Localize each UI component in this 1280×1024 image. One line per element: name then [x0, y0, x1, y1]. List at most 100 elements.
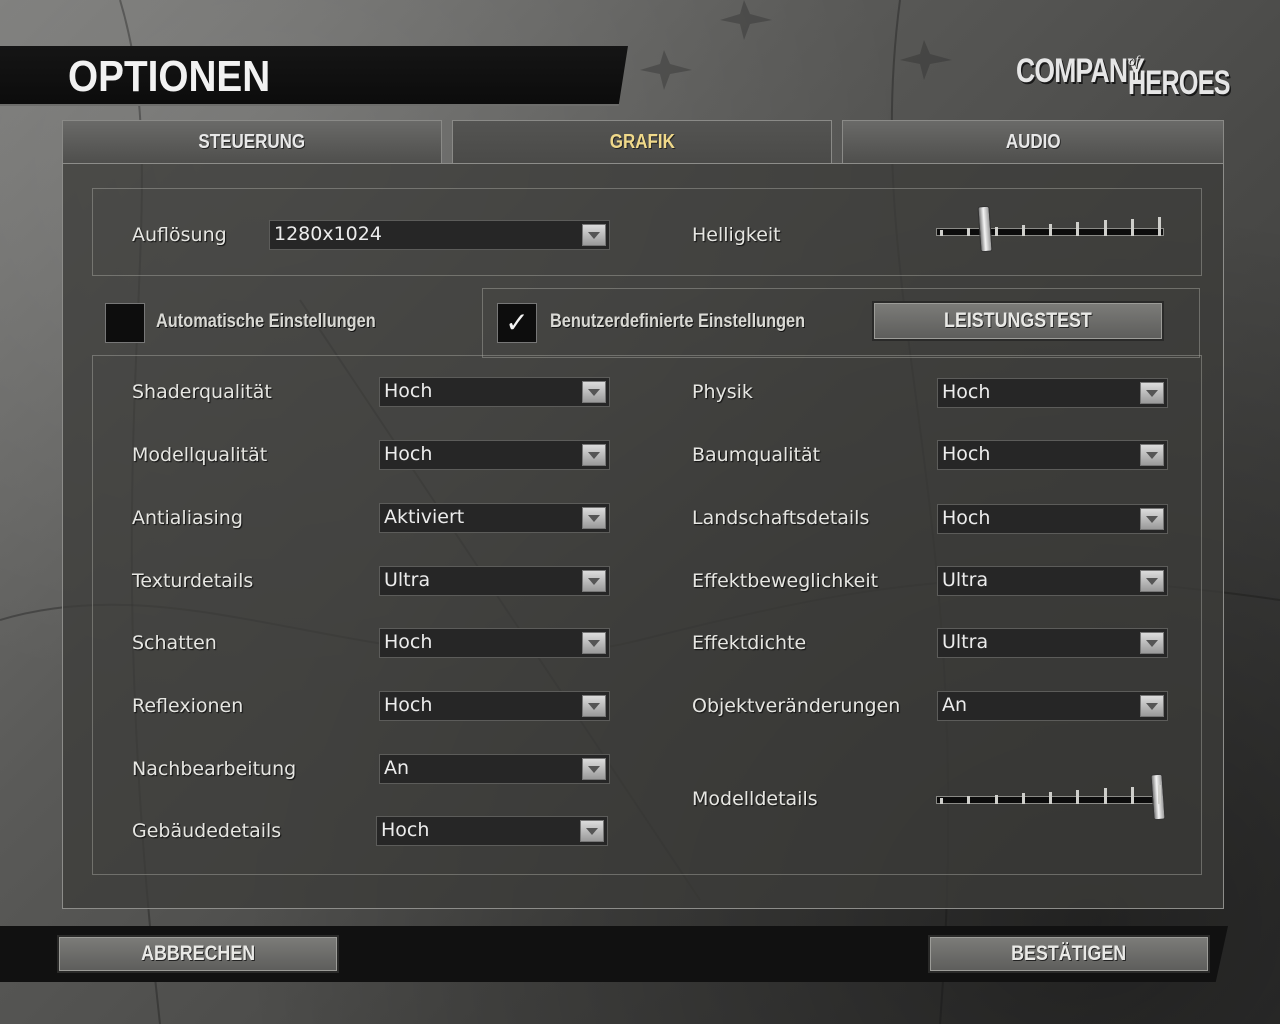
confirm-button-label: BESTÄTIGEN	[1011, 942, 1127, 965]
chevron-down-icon[interactable]	[582, 381, 606, 403]
antialiasing-dropdown[interactable]: Aktiviert	[379, 503, 610, 533]
slider-tick	[994, 794, 998, 804]
chevron-down-icon[interactable]	[582, 224, 606, 246]
check-icon: ✓	[505, 306, 529, 339]
chevron-down-icon[interactable]	[1140, 570, 1164, 592]
shader-quality-dropdown[interactable]: Hoch	[379, 377, 610, 407]
chevron-down-icon[interactable]	[582, 758, 606, 780]
shadows-label: Schatten	[132, 632, 217, 654]
tab-grafik[interactable]: GRAFIK	[452, 120, 832, 164]
post-processing-dropdown[interactable]: An	[379, 754, 610, 784]
chevron-down-icon[interactable]	[1140, 695, 1164, 717]
slider-tick	[1021, 225, 1025, 236]
object-changes-dropdown[interactable]: An	[937, 691, 1168, 721]
tab-audio[interactable]: AUDIO	[842, 120, 1224, 164]
company-of-heroes-logo: COMPANY of HEROES	[1016, 48, 1231, 102]
terrain-details-value: Hoch	[942, 507, 991, 529]
auto-settings-checkbox[interactable]	[105, 303, 145, 343]
chevron-down-icon[interactable]	[580, 820, 604, 842]
chevron-down-icon[interactable]	[582, 507, 606, 529]
shader-quality-label: Shaderqualität	[132, 381, 272, 403]
slider-tick	[967, 228, 971, 236]
building-details-label: Gebäudedetails	[132, 820, 282, 842]
physics-dropdown[interactable]: Hoch	[937, 378, 1168, 408]
texture-details-label: Texturdetails	[132, 570, 254, 592]
resolution-value: 1280x1024	[274, 223, 382, 245]
slider-tick	[1076, 222, 1080, 236]
shader-quality-value: Hoch	[384, 380, 433, 402]
tab-steuerung-label: STEUERUNG	[198, 131, 306, 153]
brightness-slider[interactable]	[936, 205, 1164, 258]
shadows-value: Hoch	[384, 631, 433, 653]
chevron-down-icon[interactable]	[582, 570, 606, 592]
effect-density-dropdown[interactable]: Ultra	[937, 628, 1168, 658]
physics-label: Physik	[692, 381, 753, 403]
chevron-down-icon[interactable]	[1140, 444, 1164, 466]
brightness-slider-knob[interactable]	[977, 205, 993, 253]
slider-tick	[1158, 785, 1161, 804]
chevron-down-icon[interactable]	[1140, 508, 1164, 530]
effect-mobility-value: Ultra	[942, 569, 989, 591]
model-quality-dropdown[interactable]: Hoch	[379, 440, 610, 470]
effect-density-value: Ultra	[942, 631, 989, 653]
logo-heroes-text: HEROES	[1128, 64, 1231, 102]
model-details-slider[interactable]	[936, 773, 1166, 826]
tab-grafik-label: GRAFIK	[609, 131, 675, 153]
slider-tick	[1130, 786, 1134, 804]
resolution-label: Auflösung	[132, 224, 227, 246]
chevron-down-icon[interactable]	[582, 695, 606, 717]
chevron-down-icon[interactable]	[1140, 382, 1164, 404]
slider-tick	[940, 230, 943, 236]
physics-value: Hoch	[942, 381, 991, 403]
chevron-down-icon[interactable]	[1140, 632, 1164, 654]
slider-tick	[1049, 791, 1052, 804]
tab-audio-label: AUDIO	[1005, 131, 1061, 153]
texture-details-value: Ultra	[384, 569, 431, 591]
reflections-dropdown[interactable]: Hoch	[379, 691, 610, 721]
post-processing-label: Nachbearbeitung	[132, 758, 297, 780]
object-changes-value: An	[942, 694, 968, 716]
slider-tick	[1049, 223, 1052, 236]
effect-density-label: Effektdichte	[692, 632, 807, 654]
slider-tick	[994, 226, 998, 236]
benchmark-button-label: LEISTUNGSTEST	[944, 309, 1092, 332]
effect-mobility-dropdown[interactable]: Ultra	[937, 566, 1168, 596]
reflections-label: Reflexionen	[132, 695, 244, 717]
shadows-dropdown[interactable]: Hoch	[379, 628, 610, 658]
cancel-button[interactable]: ABBRECHEN	[57, 935, 339, 973]
terrain-details-label: Landschaftsdetails	[692, 507, 870, 529]
chevron-down-icon[interactable]	[582, 444, 606, 466]
tree-quality-dropdown[interactable]: Hoch	[937, 440, 1168, 470]
model-details-label: Modelldetails	[692, 788, 818, 810]
confirm-button[interactable]: BESTÄTIGEN	[928, 935, 1210, 973]
slider-tick	[1103, 220, 1107, 236]
antialiasing-value: Aktiviert	[384, 506, 465, 528]
custom-settings-label: Benutzerdefinierte Einstellungen	[550, 311, 806, 332]
benchmark-button[interactable]: LEISTUNGSTEST	[872, 301, 1164, 341]
post-processing-value: An	[384, 757, 410, 779]
tree-quality-value: Hoch	[942, 443, 991, 465]
auto-settings-label: Automatische Einstellungen	[156, 311, 376, 332]
cancel-button-label: ABBRECHEN	[140, 942, 256, 965]
chevron-down-icon[interactable]	[582, 632, 606, 654]
terrain-details-dropdown[interactable]: Hoch	[937, 504, 1168, 534]
model-quality-value: Hoch	[384, 443, 433, 465]
slider-tick	[1076, 790, 1080, 804]
texture-details-dropdown[interactable]: Ultra	[379, 566, 610, 596]
reflections-value: Hoch	[384, 694, 433, 716]
custom-settings-checkbox[interactable]: ✓	[497, 303, 537, 343]
building-details-dropdown[interactable]: Hoch	[376, 816, 608, 846]
tab-steuerung[interactable]: STEUERUNG	[62, 120, 442, 164]
slider-tick	[1021, 793, 1025, 804]
antialiasing-label: Antialiasing	[132, 507, 243, 529]
logo-company-text: COMPANY	[1016, 52, 1145, 90]
effect-mobility-label: Effektbeweglichkeit	[692, 570, 879, 592]
page-title: OPTIONEN	[68, 52, 271, 101]
slider-tick	[1130, 218, 1134, 236]
slider-tick	[1158, 217, 1161, 236]
slider-tick	[1103, 788, 1107, 804]
brightness-label: Helligkeit	[692, 224, 781, 246]
resolution-dropdown[interactable]: 1280x1024	[269, 220, 610, 250]
object-changes-label: Objektveränderungen	[692, 695, 901, 717]
slider-tick	[940, 798, 943, 804]
